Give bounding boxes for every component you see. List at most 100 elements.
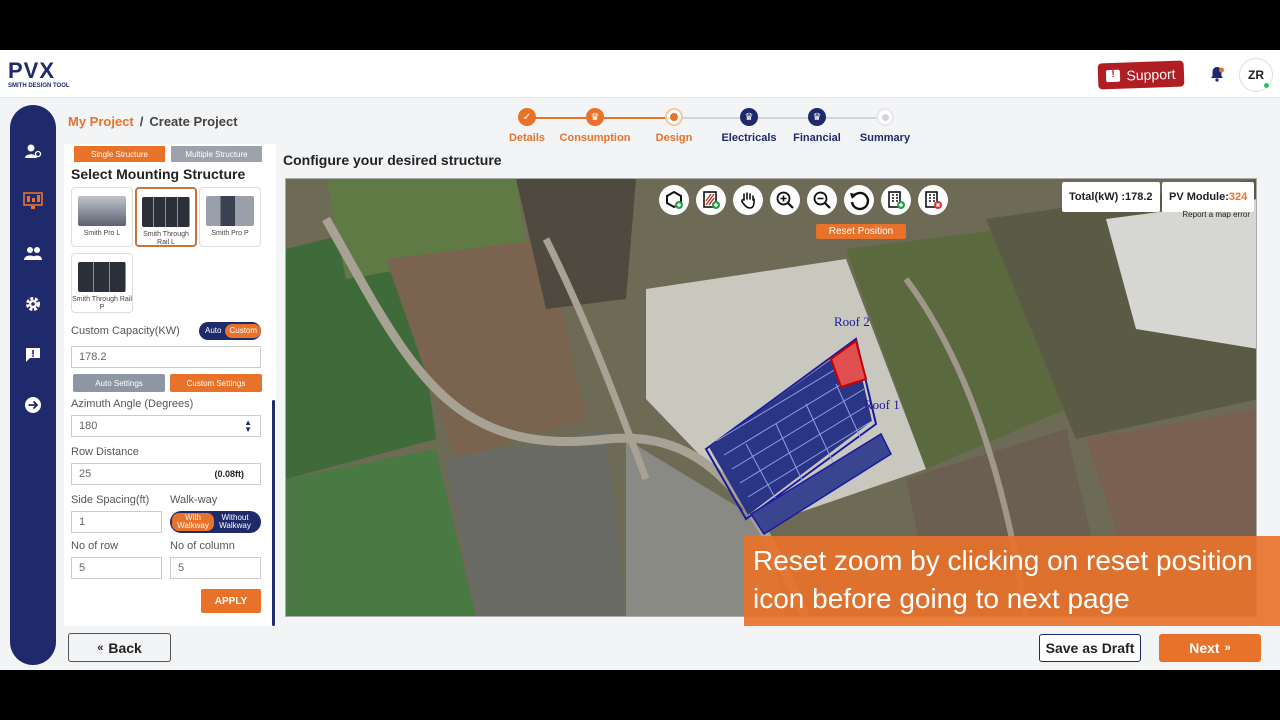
crown-icon: ♛ bbox=[808, 108, 826, 126]
spinner-arrows-icon[interactable]: ▲ ▼ bbox=[244, 419, 252, 434]
check-icon: ✓ bbox=[518, 108, 536, 126]
save-as-draft-button[interactable]: Save as Draft bbox=[1039, 634, 1141, 662]
breadcrumb-my-project[interactable]: My Project bbox=[68, 114, 134, 129]
step-summary[interactable]: Summary bbox=[845, 108, 925, 144]
pending-step-icon bbox=[876, 108, 894, 126]
row-distance-ft: (0.08ft) bbox=[214, 469, 244, 479]
auto-settings-button[interactable]: Auto Settings bbox=[73, 374, 165, 392]
roof-1-label: Roof 1 bbox=[864, 397, 900, 412]
double-chevron-right-icon: » bbox=[1224, 642, 1231, 654]
avatar-initials: ZR bbox=[1248, 68, 1264, 82]
structure-card-smith-through-rail-l[interactable]: Smith Through Rail L bbox=[135, 187, 197, 247]
team-icon[interactable] bbox=[23, 243, 43, 263]
azimuth-value: 180 bbox=[79, 420, 98, 432]
add-panel-area-icon[interactable] bbox=[696, 185, 726, 215]
step-design[interactable]: Design bbox=[634, 108, 714, 144]
crown-icon: ♛ bbox=[586, 108, 604, 126]
logout-arrow-icon[interactable] bbox=[23, 395, 43, 415]
pv-module-value: 324 bbox=[1228, 191, 1248, 203]
structure-label: Smith Pro P bbox=[211, 230, 249, 237]
structure-card-smith-through-rail-p[interactable]: Smith Through Rail P bbox=[71, 253, 133, 313]
custom-settings-button[interactable]: Custom Settings bbox=[170, 374, 262, 392]
next-button[interactable]: Next » bbox=[1159, 634, 1261, 662]
step-consumption[interactable]: ♛ Consumption bbox=[555, 108, 635, 144]
map-toolbar bbox=[659, 185, 948, 215]
pv-module-label: PV Module: bbox=[1169, 191, 1229, 203]
toggle-auto[interactable]: Auto bbox=[201, 324, 225, 338]
step-label: Consumption bbox=[559, 132, 631, 144]
side-spacing-input[interactable]: 1 bbox=[71, 511, 162, 533]
feedback-icon[interactable] bbox=[23, 345, 43, 365]
add-building-icon[interactable] bbox=[881, 185, 911, 215]
solar-design-icon[interactable] bbox=[23, 191, 43, 211]
total-kw-label: Total(kW) : bbox=[1069, 191, 1126, 203]
support-button[interactable]: Support bbox=[1097, 60, 1185, 90]
side-spacing-label: Side Spacing(ft) bbox=[71, 494, 150, 506]
structure-card-smith-pro-p[interactable]: Smith Pro P bbox=[199, 187, 261, 247]
capacity-mode-toggle[interactable]: Auto Custom bbox=[199, 322, 262, 340]
pan-hand-icon[interactable] bbox=[733, 185, 763, 215]
row-distance-value: 25 bbox=[79, 468, 92, 480]
apply-button[interactable]: APPLY bbox=[201, 589, 261, 613]
delete-building-icon[interactable] bbox=[918, 185, 948, 215]
walkway-toggle[interactable]: With Walkway Without Walkway bbox=[170, 511, 261, 533]
breadcrumb-separator: / bbox=[139, 114, 144, 129]
reset-position-tooltip: Reset Position bbox=[816, 224, 906, 239]
reset-position-icon[interactable] bbox=[844, 185, 874, 215]
logo-text: PVX bbox=[8, 58, 56, 83]
logo-subtitle: SMITH DESIGN TOOL bbox=[8, 83, 70, 89]
zoom-in-icon[interactable] bbox=[770, 185, 800, 215]
structure-settings-panel: Single Structure Multiple Structure Sele… bbox=[64, 144, 276, 626]
user-avatar[interactable]: ZR bbox=[1239, 58, 1273, 92]
step-label: Summary bbox=[859, 132, 911, 144]
breadcrumb-current: Create Project bbox=[149, 114, 238, 129]
pvx-logo[interactable]: PVX SMITH DESIGN TOOL bbox=[8, 58, 70, 90]
no-of-row-input[interactable]: 5 bbox=[71, 557, 162, 579]
gear-icon[interactable] bbox=[23, 294, 43, 314]
custom-capacity-label: Custom Capacity(KW) bbox=[71, 325, 180, 337]
notification-bell-icon[interactable] bbox=[1208, 65, 1226, 83]
structure-thumbnail bbox=[78, 262, 126, 292]
structure-thumbnail bbox=[78, 196, 126, 226]
add-polygon-icon[interactable] bbox=[659, 185, 689, 215]
support-label: Support bbox=[1126, 65, 1176, 84]
row-distance-label: Row Distance bbox=[71, 446, 139, 458]
tab-single-structure[interactable]: Single Structure bbox=[74, 146, 165, 162]
chat-alert-icon bbox=[1106, 69, 1121, 83]
zoom-out-icon[interactable] bbox=[807, 185, 837, 215]
sidebar-nav bbox=[10, 105, 56, 665]
roof-2-label: Roof 2 bbox=[834, 314, 870, 329]
no-of-column-label: No of column bbox=[170, 540, 235, 552]
no-of-column-input[interactable]: 5 bbox=[170, 557, 261, 579]
tab-multiple-structure[interactable]: Multiple Structure bbox=[171, 146, 262, 162]
mounting-structure-title: Select Mounting Structure bbox=[71, 166, 246, 182]
structure-thumbnail bbox=[206, 196, 254, 226]
row-distance-input[interactable]: 25 (0.08ft) bbox=[71, 463, 261, 485]
user-settings-icon[interactable] bbox=[23, 141, 43, 161]
total-kw-badge: Total(kW) : 178.2 bbox=[1062, 182, 1160, 212]
pv-module-badge: PV Module: 324 bbox=[1162, 182, 1255, 212]
next-label: Next bbox=[1189, 640, 1220, 656]
back-button[interactable]: « Back bbox=[68, 633, 171, 662]
toggle-custom[interactable]: Custom bbox=[225, 324, 262, 338]
structure-card-smith-pro-l[interactable]: Smith Pro L bbox=[71, 187, 133, 247]
azimuth-input[interactable]: 180 ▲ ▼ bbox=[71, 415, 261, 437]
total-kw-value: 178.2 bbox=[1125, 191, 1153, 203]
walkway-label: Walk-way bbox=[170, 494, 218, 506]
online-status-dot bbox=[1263, 82, 1270, 89]
breadcrumb: My Project / Create Project bbox=[68, 114, 238, 129]
structure-label: Smith Through Rail P bbox=[72, 296, 132, 311]
azimuth-label: Azimuth Angle (Degrees) bbox=[71, 398, 194, 410]
page-title: Configure your desired structure bbox=[283, 152, 502, 168]
crown-icon: ♛ bbox=[740, 108, 758, 126]
no-of-row-label: No of row bbox=[71, 540, 119, 552]
top-bar: PVX SMITH DESIGN TOOL Support ZR bbox=[0, 50, 1280, 98]
app-window: PVX SMITH DESIGN TOOL Support ZR bbox=[0, 50, 1280, 670]
structure-label: Smith Through Rail L bbox=[143, 231, 189, 246]
double-chevron-left-icon: « bbox=[97, 641, 104, 654]
report-map-error-link[interactable]: Report a map error bbox=[1182, 210, 1250, 219]
toggle-with-walkway[interactable]: With Walkway bbox=[172, 513, 214, 531]
toggle-without-walkway[interactable]: Without Walkway bbox=[214, 513, 256, 531]
panel-scrollbar[interactable] bbox=[272, 400, 275, 626]
custom-capacity-input[interactable]: 178.2 bbox=[71, 346, 261, 368]
